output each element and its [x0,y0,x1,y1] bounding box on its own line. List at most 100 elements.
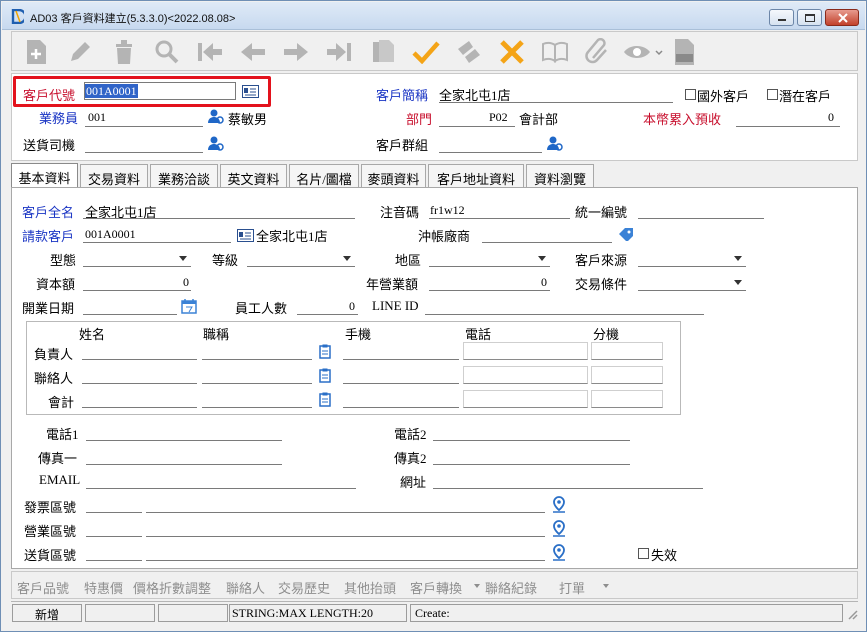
refresh-button[interactable] [451,36,487,68]
prepay-value: 0 [828,110,834,124]
copy-button[interactable] [365,36,401,68]
tab-transaction[interactable]: 交易資料 [80,164,148,188]
map-pin-icon[interactable] [552,544,566,561]
grade-dropdown-icon[interactable] [343,256,351,261]
tab-basic[interactable]: 基本資料 [11,163,78,189]
driver-search-icon[interactable] [208,135,224,151]
view-icon [624,46,663,58]
tab-strip: 基本資料 交易資料 業務洽談 英文資料 名片/圖檔 麥頭資料 客戶地址資料 資料… [11,163,858,189]
status-bar: 新增 STRING:MAX LENGTH:20 Create: [11,601,858,623]
last-icon [327,43,351,61]
tab-marks[interactable]: 麥頭資料 [361,164,426,188]
convert-dropdown-icon[interactable] [474,584,480,588]
tel1-label: 電話1 [46,427,79,442]
revenue-label: 年營業額 [366,277,419,292]
phonetic-value[interactable]: fr1w12 [430,203,465,218]
tel2-label: 電話2 [394,427,427,442]
region-dropdown-icon[interactable] [538,256,546,261]
accounting-phone-input[interactable] [463,390,588,408]
clipboard-icon[interactable] [319,368,331,383]
tab-english[interactable]: 英文資料 [220,164,287,188]
tag-icon[interactable] [618,227,634,241]
link-customer-items[interactable]: 客戶品號 [17,578,69,597]
invoice-zip-label: 發票區號 [24,500,77,515]
clipboard-icon[interactable] [319,392,331,407]
bill-customer-code[interactable]: 001A0001 [85,227,136,242]
tab-browse[interactable]: 資料瀏覽 [526,164,594,188]
resize-grip-icon[interactable] [846,608,858,620]
capital-value[interactable]: 0 [183,275,189,290]
calendar-icon[interactable] [181,298,197,314]
fax1-label: 傳真一 [38,451,78,466]
account-vendor-label: 沖帳廠商 [418,229,471,244]
cancel-icon [500,40,524,64]
link-transaction-history[interactable]: 交易歷史 [278,578,330,597]
export-xls-button[interactable] [667,36,703,68]
first-record-button[interactable] [192,36,228,68]
mode-status: 新增 [12,604,82,622]
department-code[interactable]: P02 [489,110,508,125]
salesperson-label: 業務員 [39,111,79,126]
link-other-titles[interactable]: 其他抬頭 [344,578,396,597]
search-button[interactable] [149,36,185,68]
foreign-customer-label: 國外客戶 [697,89,750,104]
employees-value[interactable]: 0 [349,299,355,314]
status-cell-empty [85,604,155,622]
tab-addresses[interactable]: 客戶地址資料 [428,164,524,188]
attachment-button[interactable] [580,36,616,68]
email-label: EMAIL [39,472,81,487]
person-search-icon[interactable] [208,108,224,124]
new-button[interactable] [18,36,54,68]
close-button[interactable] [825,9,859,26]
terms-label: 交易條件 [575,277,628,292]
print-dropdown-icon[interactable] [603,584,609,588]
potential-customer-label: 潛在客戶 [779,89,832,104]
foreign-customer-checkbox[interactable] [685,89,696,100]
potential-customer-checkbox[interactable] [767,89,778,100]
contact-header-mobile: 手機 [345,327,372,342]
book-button[interactable] [537,36,573,68]
link-contacts[interactable]: 聯絡人 [226,578,265,597]
type-label: 型態 [50,253,77,268]
contact-ext-input[interactable] [591,366,663,384]
link-price-discount[interactable]: 價格折數調整 [133,578,211,597]
terms-dropdown-icon[interactable] [734,280,742,285]
capital-label: 資本額 [36,277,76,292]
owner-ext-input[interactable] [591,342,663,360]
bill-customer-lookup-icon[interactable] [237,229,254,242]
link-special-price[interactable]: 特惠價 [84,578,123,597]
customer-code-highlight [13,76,271,107]
edit-button[interactable] [62,36,98,68]
delete-button[interactable] [106,36,142,68]
owner-phone-input[interactable] [463,342,588,360]
create-status: Create: [410,604,843,622]
tab-business-talks[interactable]: 業務洽談 [150,164,218,188]
tab-cards-images[interactable]: 名片/圖檔 [289,164,359,188]
invalid-checkbox[interactable] [638,548,649,559]
contact-phone-input[interactable] [463,366,588,384]
type-dropdown-icon[interactable] [179,256,187,261]
invalid-label: 失效 [651,548,678,563]
link-customer-convert[interactable]: 客戶轉換 [410,578,462,597]
previous-record-button[interactable] [235,36,271,68]
accounting-ext-input[interactable] [591,390,663,408]
app-logo-icon [11,9,24,24]
source-dropdown-icon[interactable] [734,256,742,261]
salesperson-code[interactable]: 001 [88,110,106,125]
view-button[interactable] [622,36,664,68]
link-contact-log[interactable]: 聯絡紀錄 [485,578,537,597]
revenue-value[interactable]: 0 [541,275,547,290]
cancel-button[interactable] [494,36,530,68]
group-search-icon[interactable] [547,135,563,151]
confirm-button[interactable] [408,36,444,68]
next-record-button[interactable] [278,36,314,68]
prepay-label: 本幣累入預收 [643,112,722,127]
last-record-button[interactable] [321,36,357,68]
maximize-button[interactable] [797,9,822,26]
clipboard-icon[interactable] [319,344,331,359]
minimize-button[interactable] [769,9,794,26]
map-pin-icon[interactable] [552,520,566,537]
link-print[interactable]: 打單 [559,578,585,597]
map-pin-icon[interactable] [552,496,566,513]
confirm-icon [412,41,440,64]
